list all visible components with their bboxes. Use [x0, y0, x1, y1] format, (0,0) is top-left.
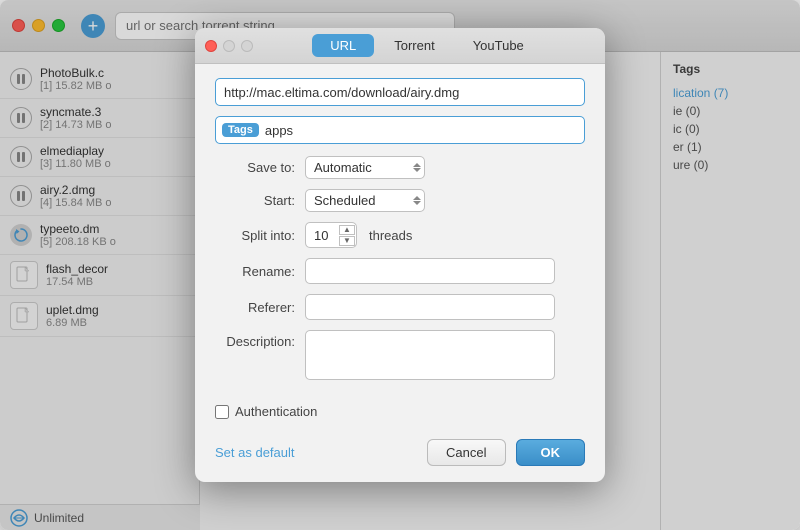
save-to-label: Save to: [215, 160, 305, 175]
start-select-wrapper: Scheduled [305, 189, 425, 212]
cancel-button[interactable]: Cancel [427, 439, 505, 466]
save-to-select[interactable]: Automatic [305, 156, 425, 179]
modal-close-button[interactable] [205, 40, 217, 52]
tags-input[interactable] [265, 123, 578, 138]
start-select[interactable]: Scheduled [305, 189, 425, 212]
start-label: Start: [215, 193, 305, 208]
referer-row: Referer: [215, 294, 585, 320]
save-to-select-wrapper: Automatic [305, 156, 425, 179]
rename-control [305, 258, 555, 284]
modal-body: Tags Save to: Automatic [195, 64, 605, 404]
url-input-row [215, 78, 585, 106]
auth-label: Authentication [235, 404, 317, 419]
threads-label: threads [369, 228, 412, 243]
split-into-label: Split into: [215, 228, 305, 243]
modal-overlay: URL Torrent YouTube Tags [0, 0, 800, 530]
split-into-control: ▲ ▼ threads [305, 222, 412, 248]
split-into-row: Split into: ▲ ▼ threads [215, 222, 585, 248]
tags-badge: Tags [222, 123, 259, 137]
auth-checkbox[interactable] [215, 405, 229, 419]
modal-maximize-button[interactable] [241, 40, 253, 52]
modal-minimize-button[interactable] [223, 40, 235, 52]
modal-footer: Set as default Cancel OK [195, 433, 605, 482]
app-window: + PhotoBulk.c [1] 15.82 MB o syncmate.3 … [0, 0, 800, 530]
description-textarea[interactable] [305, 330, 555, 380]
tab-torrent[interactable]: Torrent [376, 34, 452, 57]
referer-input[interactable] [305, 294, 555, 320]
rename-input[interactable] [305, 258, 555, 284]
referer-label: Referer: [215, 300, 305, 315]
threads-input-wrapper: ▲ ▼ [305, 222, 357, 248]
url-input[interactable] [215, 78, 585, 106]
tab-youtube[interactable]: YouTube [455, 34, 542, 57]
threads-up-button[interactable]: ▲ [339, 225, 355, 235]
description-row: Description: [215, 330, 585, 380]
rename-row: Rename: [215, 258, 585, 284]
tab-url[interactable]: URL [312, 34, 374, 57]
modal-dialog: URL Torrent YouTube Tags [195, 28, 605, 482]
modal-tabs: URL Torrent YouTube [299, 34, 555, 57]
description-label: Description: [215, 330, 305, 349]
auth-row: Authentication [215, 404, 605, 419]
save-to-control: Automatic [305, 156, 425, 179]
rename-label: Rename: [215, 264, 305, 279]
threads-down-button[interactable]: ▼ [339, 236, 355, 246]
set-as-default-link[interactable]: Set as default [215, 445, 295, 460]
ok-button[interactable]: OK [516, 439, 586, 466]
threads-arrows: ▲ ▼ [339, 225, 355, 246]
referer-control [305, 294, 555, 320]
start-row: Start: Scheduled [215, 189, 585, 212]
description-control [305, 330, 555, 380]
start-control: Scheduled [305, 189, 425, 212]
save-to-row: Save to: Automatic [215, 156, 585, 179]
tags-input-row: Tags [215, 116, 585, 144]
tags-input-container: Tags [215, 116, 585, 144]
footer-buttons: Cancel OK [427, 439, 585, 466]
modal-title-bar: URL Torrent YouTube [195, 28, 605, 64]
